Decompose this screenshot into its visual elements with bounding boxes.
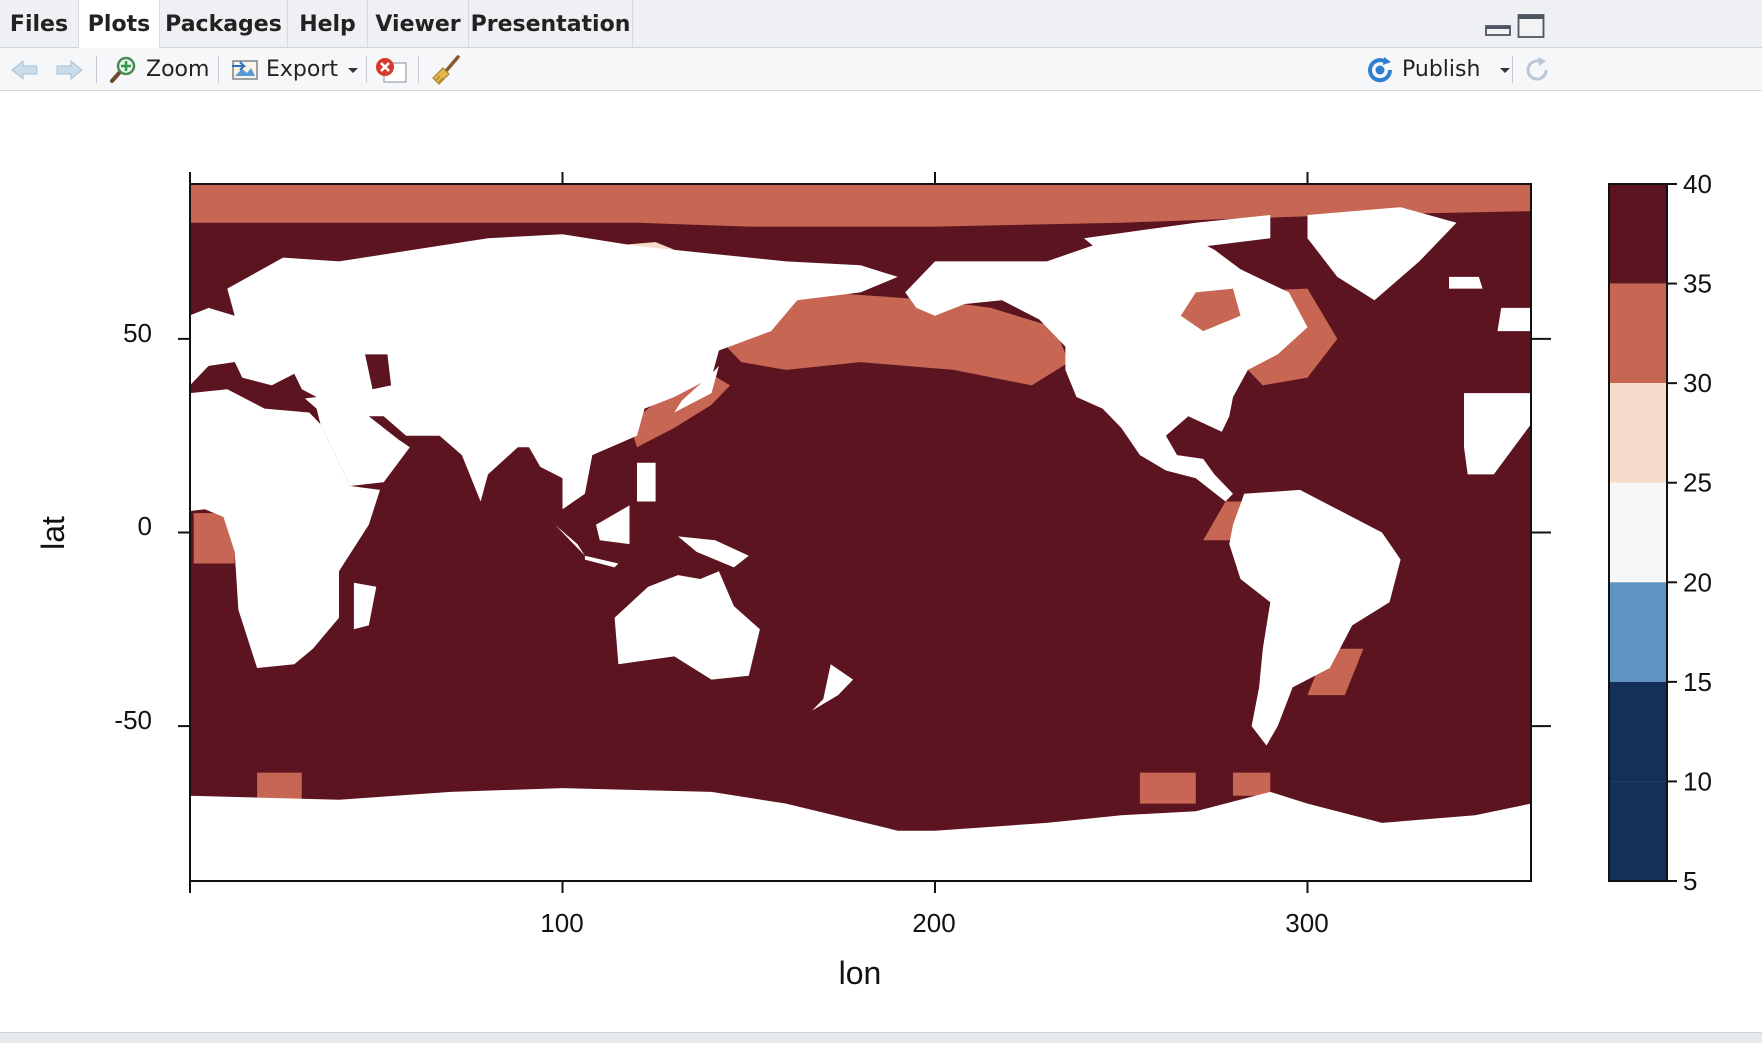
tab-presentation[interactable]: Presentation	[469, 0, 633, 48]
export-image-icon	[232, 59, 258, 80]
colorbar-tick-label: 10	[1683, 766, 1712, 796]
colorbar-bin	[1609, 781, 1667, 881]
british-isles-landmass	[1497, 307, 1531, 332]
clear-all-plots-button[interactable]	[430, 48, 462, 91]
back-arrow-icon	[11, 59, 38, 80]
y-tick-label-50: 50	[123, 318, 152, 348]
publish-label: Publish	[1402, 57, 1481, 82]
publish-icon	[1368, 56, 1393, 82]
colorbar-bin	[1609, 681, 1667, 782]
remove-plot-icon	[376, 57, 407, 83]
zoom-button[interactable]: Zoom	[108, 48, 209, 91]
plots-toolbar: Zoom Export Publish	[0, 48, 1762, 91]
publish-button[interactable]: Publish	[1364, 48, 1512, 91]
toolbar-separator	[366, 56, 367, 83]
maximize-icon	[1517, 14, 1545, 38]
chevron-down-icon	[1500, 67, 1511, 73]
philippines-landmass	[637, 462, 656, 502]
toolbar-separator	[418, 56, 419, 83]
tab-files[interactable]: Files	[0, 0, 79, 48]
map-panel	[190, 184, 1531, 881]
pane-bottom-border	[0, 1032, 1762, 1043]
antarctic-coastal-zone	[1139, 772, 1196, 804]
tab-plots[interactable]: Plots	[79, 0, 160, 49]
chevron-down-icon	[348, 67, 359, 73]
pane-tab-bar: Files Plots Packages Help Viewer Present…	[0, 0, 1762, 49]
zoom-magnifier-icon	[110, 56, 136, 83]
toolbar-separator	[218, 56, 219, 83]
levelplot-chart: 100 200 300 50 0 -50 lon lat 40 35 30 25 20 1…	[35, 169, 1712, 991]
minimize-pane-button[interactable]	[1485, 16, 1511, 38]
antarctic-coastal-zone	[1233, 772, 1271, 796]
colorbar: 40 35 30 25 20 15 10 5	[1608, 169, 1712, 896]
broom-clear-icon	[432, 54, 460, 85]
y-tick-label-0: 0	[138, 511, 152, 541]
remove-plot-button[interactable]	[374, 48, 408, 91]
export-button[interactable]: Export	[230, 48, 360, 91]
toolbar-separator	[96, 56, 97, 83]
y-tick-label-minus-50: -50	[114, 705, 152, 735]
x-tick-label-200: 200	[912, 908, 955, 938]
colorbar-bin	[1609, 184, 1667, 284]
iceland-landmass	[1449, 276, 1483, 289]
tab-packages[interactable]: Packages	[160, 0, 288, 48]
maximize-pane-button[interactable]	[1517, 13, 1545, 39]
plot-viewer: 100 200 300 50 0 -50 lon lat 40 35 30 25 20 1…	[0, 92, 1762, 1032]
forward-arrow-icon	[56, 59, 83, 80]
refresh-button[interactable]	[1522, 48, 1552, 91]
colorbar-bin	[1609, 283, 1667, 384]
refresh-icon	[1526, 56, 1548, 81]
x-tick-label-300: 300	[1285, 908, 1328, 938]
forward-button[interactable]	[54, 48, 84, 91]
export-label: Export	[266, 57, 339, 82]
back-button[interactable]	[10, 48, 40, 91]
colorbar-bin	[1609, 482, 1667, 583]
colorbar-tick-label: 15	[1683, 667, 1712, 697]
x-tick-label-100: 100	[540, 908, 583, 938]
toolbar-separator	[1512, 56, 1513, 83]
colorbar-bin	[1609, 383, 1667, 483]
y-axis-label: lat	[35, 516, 71, 550]
tab-viewer[interactable]: Viewer	[368, 0, 469, 48]
colorbar-tick-label: 40	[1683, 169, 1712, 199]
colorbar-bin	[1609, 582, 1667, 682]
colorbar-tick-label: 25	[1683, 468, 1712, 498]
colorbar-tick-label: 5	[1683, 866, 1697, 896]
colorbar-tick-label: 35	[1683, 269, 1712, 299]
colorbar-tick-label: 20	[1683, 567, 1712, 597]
zoom-label: Zoom	[146, 57, 210, 82]
colorbar-tick-label: 30	[1683, 368, 1712, 398]
tab-help[interactable]: Help	[288, 0, 368, 48]
x-axis-label: lon	[839, 955, 882, 991]
minimize-icon	[1485, 25, 1511, 36]
